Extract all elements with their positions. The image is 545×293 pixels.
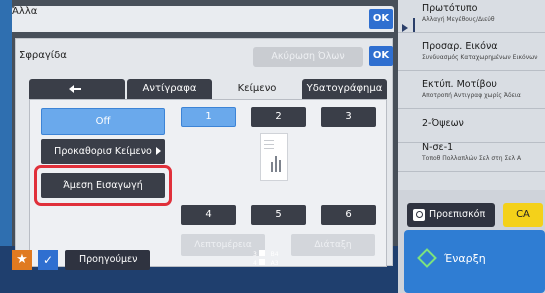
caret-right-icon [156, 147, 161, 155]
position-3-button[interactable]: 3 [321, 107, 376, 127]
preview-label: Προεπισκόπ [429, 209, 486, 220]
paper-tray-row: 3 B4 [253, 250, 313, 259]
paper-sheet-icon [258, 259, 265, 265]
preset-text-button[interactable]: Προκαθορισ Κείμενο [41, 139, 165, 164]
preset-text-label: Προκαθορισ Κείμενο [54, 146, 152, 157]
screen: Πρωτότυπο Αλλαγή Μεγέθους/Διεύθ Προσαρ. … [0, 0, 545, 293]
tab-text[interactable]: Κείμενο [214, 79, 300, 99]
preview-button[interactable]: Προεπισκόπ [407, 203, 495, 227]
outer-ok-button[interactable]: OK [369, 9, 393, 29]
stamp-tabs: Αντίγραφα Κείμενο Υδατογράφημα [29, 79, 387, 99]
position-1-button[interactable]: 1 [181, 107, 236, 127]
tab-watermark[interactable]: Υδατογράφημα [302, 79, 387, 99]
rp-item-sub: Αλλαγή Μεγέθους/Διεύθ [422, 16, 495, 23]
start-diamond-icon [417, 248, 437, 268]
rp-item-pattern-print[interactable]: Εκτύπ. Μοτίβου Αποτροπή Αντιγραφ χωρίς Ά… [398, 76, 545, 109]
paper-tray-row: 4 A3 [253, 259, 313, 268]
magnifier-icon [413, 209, 425, 221]
paper-tray-num: 4 [253, 260, 257, 267]
position-2-button[interactable]: 2 [251, 107, 306, 127]
tab-back[interactable] [29, 79, 125, 99]
rp-item-title: Εκτύπ. Μοτίβου [422, 79, 497, 90]
rp-item-sub: Τοποθ Πολλαπλών Σελ στη Σελ Α [422, 155, 522, 162]
off-button[interactable]: Off [41, 108, 165, 135]
inner-ok-button[interactable]: OK [369, 46, 393, 66]
rp-item-n-up[interactable]: N-σε-1 Τοποθ Πολλαπλών Σελ στη Σελ Α [398, 139, 545, 172]
paper-tray-size: A3 [270, 260, 279, 267]
rp-item-title: Πρωτότυπο [422, 3, 478, 14]
rp-item-original[interactable]: Πρωτότυπο Αλλαγή Μεγέθους/Διεύθ [398, 0, 545, 33]
check-icon[interactable]: ✓ [38, 250, 58, 270]
direct-entry-button[interactable]: Άμεση Εισαγωγή [41, 173, 165, 198]
previous-button[interactable]: Προηγούμεν [65, 250, 150, 270]
rp-item-title: Προσαρ. Εικόνα [422, 41, 498, 52]
start-button[interactable]: Έναρξη [404, 230, 545, 293]
paper-tray-indicator: 3 B4 4 A3 [253, 250, 313, 270]
tab-copies[interactable]: Αντίγραφα [127, 79, 212, 99]
position-5-button[interactable]: 5 [251, 205, 306, 225]
start-label: Έναρξη [444, 252, 486, 265]
rp-item-title: 2-Όψεων [422, 118, 464, 129]
panel-arrow-icon[interactable] [402, 24, 408, 32]
stamp-dialog-title: Σφραγίδα [19, 50, 67, 61]
position-6-button[interactable]: 6 [321, 205, 376, 225]
rp-item-sub: Αποτροπή Αντιγραφ χωρίς Άδεια [422, 92, 521, 99]
panel-collapse-bar[interactable] [413, 18, 415, 32]
ca-button[interactable]: CA [503, 203, 543, 227]
position-4-button[interactable]: 4 [181, 205, 236, 225]
document-preview-icon [260, 133, 288, 181]
paper-tray-size: B4 [270, 251, 279, 258]
rp-item-title: N-σε-1 [422, 142, 454, 153]
paper-tray-num: 3 [253, 251, 257, 258]
rp-item-sub: Συνδυασμός Καταχωρημένων Εικόνων [422, 54, 538, 61]
rp-item-image-fit[interactable]: Προσαρ. Εικόνα Συνδυασμός Καταχωρημένων … [398, 38, 545, 71]
outer-dialog-header [12, 6, 394, 32]
paper-sheet-icon [258, 250, 265, 256]
star-icon[interactable]: ★ [12, 250, 32, 270]
outer-dialog-title: Άλλα [12, 6, 38, 17]
right-function-panel: Πρωτότυπο Αλλαγή Μεγέθους/Διεύθ Προσαρ. … [398, 0, 545, 190]
cancel-all-button[interactable]: Ακύρωση Όλων [253, 47, 363, 67]
